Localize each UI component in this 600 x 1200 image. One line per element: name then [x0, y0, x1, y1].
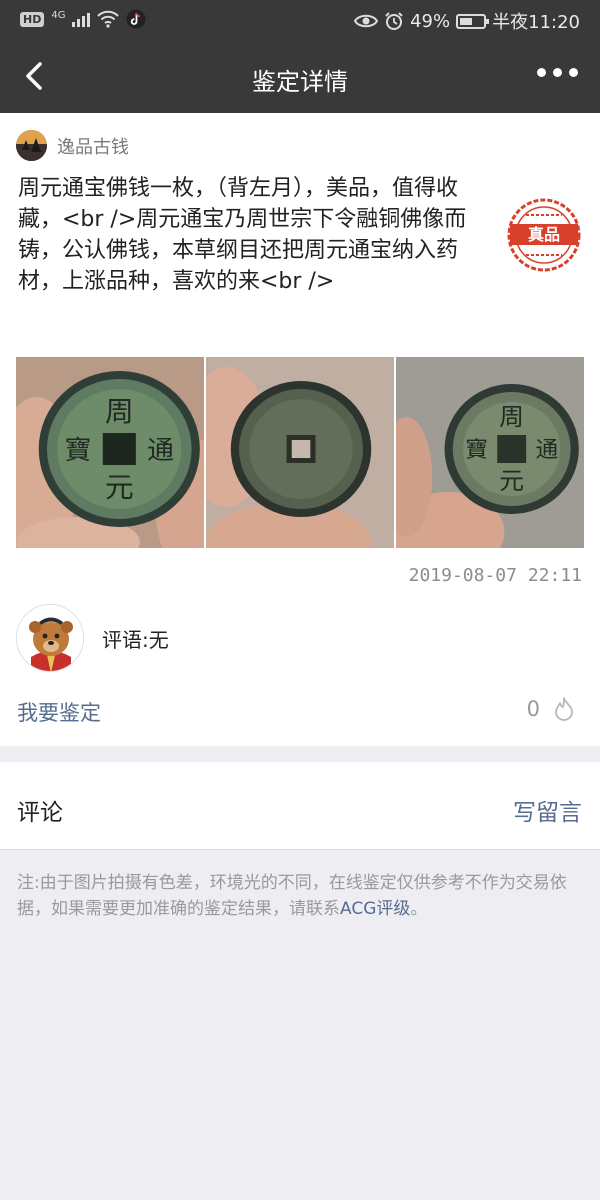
request-appraisal-link[interactable]: 我要鉴定 [17, 697, 101, 727]
acg-link[interactable]: ACG评级 [340, 899, 410, 919]
notice-tail: 。 [410, 899, 428, 919]
signal-icon [72, 11, 91, 27]
author-name[interactable]: 逸品古钱 [57, 133, 129, 159]
battery-icon [456, 13, 490, 29]
coin-angle-photo[interactable]: 周 元 寶 通 [396, 357, 584, 548]
tiktok-icon [126, 9, 146, 29]
page-title: 鉴定详情 [252, 68, 348, 96]
like-group[interactable]: 0 [527, 697, 574, 721]
more-dots-icon[interactable] [537, 68, 578, 77]
write-comment-button[interactable]: 写留言 [513, 793, 582, 827]
coin-back-photo[interactable] [206, 357, 394, 548]
disclaimer-notice: 注:由于图片拍摄有色差，环境光的不同，在线鉴定仅供参考不作为交易依据，如果需要更… [17, 870, 583, 922]
svg-text:寶: 寶 [465, 437, 488, 463]
reviewer-avatar[interactable] [16, 604, 84, 672]
clock: 半夜11:20 [492, 12, 580, 33]
network-type: 4G [51, 9, 66, 21]
stamp-text: 真品 [528, 225, 560, 244]
svg-text:周: 周 [105, 395, 134, 427]
svg-text:元: 元 [105, 471, 134, 503]
status-bar: HD 4G 49% 半夜11:20 [0, 0, 600, 40]
eye-icon [354, 14, 379, 28]
notice-text: 注:由于图片拍摄有色差，环境光的不同，在线鉴定仅供参考不作为交易依据，如果需要更… [17, 873, 567, 919]
post-description: 周元通宝佛钱一枚，（背左月），美品，值得收藏，<br />周元通宝乃周世宗下令融… [18, 176, 467, 294]
flame-icon[interactable] [554, 697, 574, 721]
appraisal-comment: 评语:无 [102, 627, 169, 652]
authentic-stamp-icon: 真品 [507, 198, 581, 272]
coin-front-photo[interactable]: 周 元 寶 通 [16, 357, 204, 548]
nav-bar: 鉴定详情 [0, 40, 600, 113]
reviewer-row: 评语:无 [16, 604, 169, 672]
svg-text:元: 元 [499, 466, 524, 495]
battery-percent: 49% [410, 10, 451, 32]
wifi-icon [97, 10, 120, 28]
appraisal-card: 逸品古钱 周元通宝佛钱一枚，（背左月），美品，值得收藏，<br />周元通宝乃周… [0, 113, 600, 746]
svg-text:通: 通 [535, 437, 558, 463]
author-avatar[interactable] [16, 130, 47, 161]
like-count: 0 [526, 697, 540, 721]
svg-text:寶: 寶 [65, 435, 92, 465]
hd-badge: HD [20, 11, 45, 27]
author-row[interactable]: 逸品古钱 [16, 130, 129, 161]
svg-text:周: 周 [499, 402, 524, 431]
post-datetime: 2019-08-07 22:11 [408, 565, 582, 586]
comments-section: 评论 写留言 [0, 762, 600, 850]
svg-text:通: 通 [147, 435, 174, 465]
comments-title: 评论 [17, 800, 63, 826]
photo-gallery: 周 元 寶 通 周 元 寶 通 [16, 357, 584, 548]
alarm-icon [385, 12, 403, 30]
